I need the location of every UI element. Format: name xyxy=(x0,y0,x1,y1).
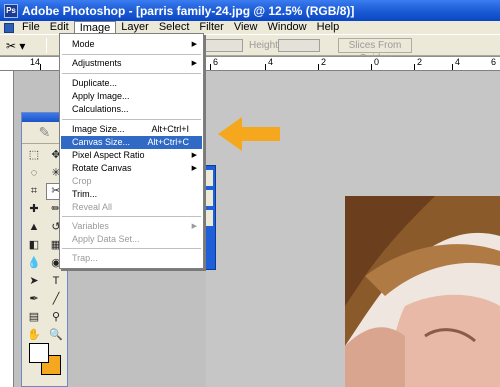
menu-item-trim[interactable]: Trim... xyxy=(61,188,202,201)
ruler-tick xyxy=(318,64,319,70)
menu-item-reveal-all[interactable]: Reveal All xyxy=(61,201,202,214)
eyedropper-tool-icon[interactable]: ⚲ xyxy=(46,309,66,326)
ruler-tick xyxy=(265,64,266,70)
menu-item-apply-data-set[interactable]: Apply Data Set... xyxy=(61,233,202,246)
menu-item-adjustments[interactable]: Adjustments ▶ xyxy=(61,57,202,70)
menu-item-rotate-canvas[interactable]: Rotate Canvas ▶ xyxy=(61,162,202,175)
eraser-tool-icon[interactable]: ◧ xyxy=(24,237,44,254)
menu-help[interactable]: Help xyxy=(312,21,345,34)
menu-item-trap[interactable]: Trap... xyxy=(61,252,202,265)
menu-item-label: Image Size... xyxy=(72,124,125,134)
menu-item-pixel-aspect-ratio[interactable]: Pixel Aspect Ratio ▶ xyxy=(61,149,202,162)
height-label: Height: xyxy=(249,40,281,51)
menu-item-label: Apply Data Set... xyxy=(72,234,140,244)
menu-item-label: Mode xyxy=(72,39,95,49)
menu-item-label: Trap... xyxy=(72,253,98,263)
menu-item-shortcut: Alt+Ctrl+I xyxy=(151,124,189,134)
menu-item-apply-image[interactable]: Apply Image... xyxy=(61,90,202,103)
ruler-label: 4 xyxy=(455,57,461,67)
menu-separator xyxy=(62,119,201,120)
ruler-tick xyxy=(40,64,41,70)
menu-separator xyxy=(62,73,201,74)
options-separator xyxy=(46,38,47,53)
menu-item-label: Apply Image... xyxy=(72,91,130,101)
menu-item-label: Trim... xyxy=(72,189,98,199)
ruler-tick xyxy=(414,64,415,70)
submenu-arrow-icon: ▶ xyxy=(191,60,197,67)
photo-image xyxy=(345,196,500,387)
pen-tool-icon[interactable]: ✒ xyxy=(24,291,44,308)
slices-from-guides-button[interactable]: Slices From Guides xyxy=(338,38,412,64)
image-menu-dropdown: Mode ▶ Adjustments ▶ Duplicate... Apply … xyxy=(59,33,204,269)
type-tool-icon[interactable]: T xyxy=(46,273,66,290)
ruler-label: 0 xyxy=(374,57,380,67)
menu-view[interactable]: View xyxy=(229,21,263,34)
menu-item-crop[interactable]: Crop xyxy=(61,175,202,188)
menu-item-calculations[interactable]: Calculations... xyxy=(61,103,202,116)
vertical-ruler xyxy=(0,71,14,387)
menu-item-label: Calculations... xyxy=(72,104,129,114)
menu-item-variables[interactable]: Variables ▶ xyxy=(61,220,202,233)
menu-item-duplicate[interactable]: Duplicate... xyxy=(61,77,202,90)
blur-tool-icon[interactable]: 💧 xyxy=(24,255,44,272)
menu-item-image-size[interactable]: Image Size... Alt+Ctrl+I xyxy=(61,123,202,136)
document-icon[interactable] xyxy=(4,22,14,33)
ruler-tick xyxy=(452,64,453,70)
height-field[interactable] xyxy=(278,39,320,52)
menu-item-label: Crop xyxy=(72,176,92,186)
menu-item-label: Adjustments xyxy=(72,58,122,68)
window-title: Adobe Photoshop - [parris family-24.jpg … xyxy=(22,3,355,18)
ruler-label: 6 xyxy=(491,57,497,67)
menu-item-shortcut: Alt+Ctrl+C xyxy=(147,137,189,147)
shape-tool-icon[interactable]: ╱ xyxy=(46,291,66,308)
foreground-color-swatch[interactable] xyxy=(29,343,49,363)
width-field[interactable] xyxy=(205,39,243,52)
menu-separator xyxy=(62,54,201,55)
menu-item-label: Rotate Canvas xyxy=(72,163,132,173)
menu-separator xyxy=(62,248,201,249)
ruler-label: 4 xyxy=(268,57,274,67)
menu-item-mode[interactable]: Mode ▶ xyxy=(61,38,202,51)
document-photo[interactable] xyxy=(345,196,500,387)
color-swatches xyxy=(26,341,66,385)
crop-tool-icon[interactable]: ⌗ xyxy=(24,183,44,200)
notes-tool-icon[interactable]: ▤ xyxy=(24,309,44,326)
path-selection-tool-icon[interactable]: ➤ xyxy=(24,273,44,290)
submenu-arrow-icon: ▶ xyxy=(191,152,197,159)
marquee-tool-icon[interactable]: ⬚ xyxy=(24,147,44,164)
menu-item-label: Pixel Aspect Ratio xyxy=(72,150,145,160)
healing-brush-tool-icon[interactable]: ✚ xyxy=(24,201,44,218)
photoshop-app-icon: Ps xyxy=(4,3,18,18)
menu-window[interactable]: Window xyxy=(263,21,312,34)
menu-item-label: Variables xyxy=(72,221,109,231)
submenu-arrow-icon: ▶ xyxy=(191,165,197,172)
lasso-tool-icon[interactable]: ◌ xyxy=(24,165,44,182)
ruler-label: 2 xyxy=(321,57,327,67)
clone-stamp-tool-icon[interactable]: ▲ xyxy=(24,219,44,236)
ruler-label: 14 xyxy=(30,57,41,67)
title-bar: Ps Adobe Photoshop - [parris family-24.j… xyxy=(0,0,500,21)
menu-separator xyxy=(62,216,201,217)
menu-item-label: Canvas Size... xyxy=(72,137,131,147)
annotation-arrow-icon xyxy=(218,117,280,151)
menu-file[interactable]: File xyxy=(17,21,45,34)
ruler-tick xyxy=(371,64,372,70)
ruler-label: 2 xyxy=(417,57,423,67)
menu-item-label: Duplicate... xyxy=(72,78,118,88)
menu-item-canvas-size[interactable]: Canvas Size... Alt+Ctrl+C xyxy=(61,136,202,149)
submenu-arrow-icon: ▶ xyxy=(191,223,197,230)
slice-tool-icon[interactable]: ✂ ▾ xyxy=(6,39,28,53)
ruler-label: 6 xyxy=(213,57,219,67)
menu-item-label: Reveal All xyxy=(72,202,113,212)
ruler-tick xyxy=(210,64,211,70)
submenu-arrow-icon: ▶ xyxy=(191,41,197,48)
